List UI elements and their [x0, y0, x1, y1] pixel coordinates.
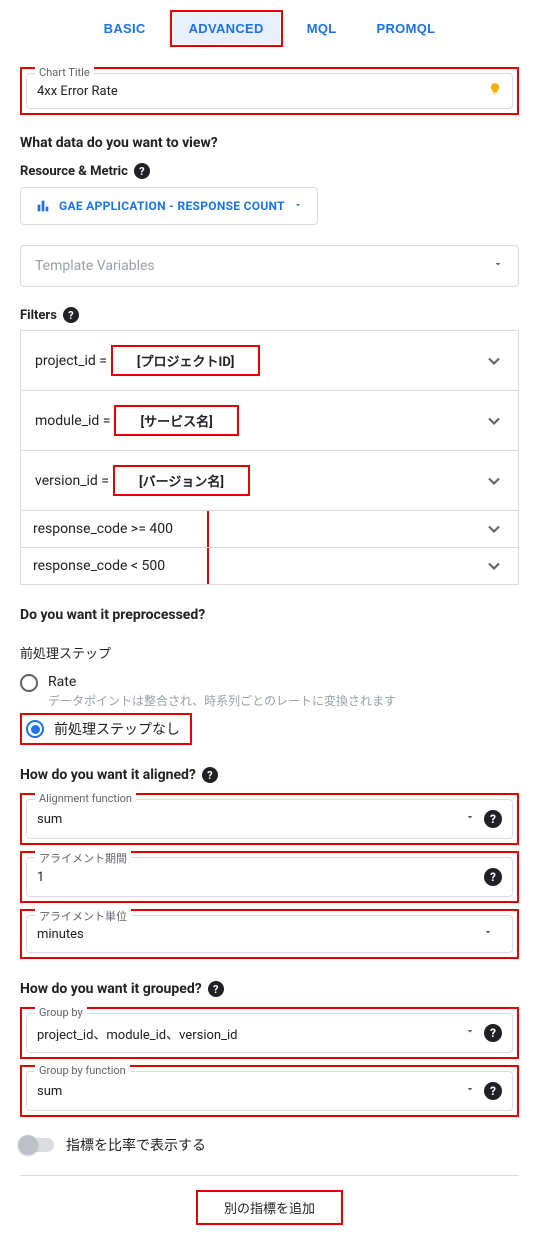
heading-aligned-row: How do you want it aligned? ?	[20, 767, 519, 783]
highlight-alignment-period: アライメント期間 ?	[20, 851, 519, 903]
bar-chart-icon	[35, 198, 51, 214]
ratio-toggle[interactable]	[20, 1138, 54, 1152]
highlight-box-radio-none: 前処理ステップなし	[20, 713, 192, 745]
radio-rate-desc: データポイントは整合され、時系列ごとのレートに変換されます	[48, 692, 519, 709]
radio-none-title: 前処理ステップなし	[54, 719, 180, 739]
lightbulb-icon	[488, 82, 502, 100]
tab-mql[interactable]: MQL	[291, 10, 353, 47]
bottom-bar: 別の指標を追加	[20, 1175, 519, 1225]
filter-key-highlight: response_code < 500	[19, 548, 209, 584]
heading-grouped-row: How do you want it grouped? ?	[20, 981, 519, 997]
filter-value-highlight: [サービス名]	[114, 405, 238, 436]
caret-down-icon[interactable]	[464, 1025, 476, 1041]
highlight-alignment-function: Alignment function ?	[20, 793, 519, 845]
template-variables-label: Template Variables	[35, 258, 155, 274]
tab-basic[interactable]: BASIC	[88, 10, 162, 47]
config-tabs: BASIC ADVANCED MQL PROMQL	[20, 10, 519, 47]
chart-title-field[interactable]: Chart Title	[26, 73, 513, 109]
alignment-period-input[interactable]	[37, 870, 484, 885]
highlight-add-metric: 別の指標を追加	[196, 1190, 343, 1225]
caret-down-icon	[492, 258, 504, 274]
help-icon[interactable]: ?	[484, 1024, 502, 1042]
chevron-down-icon	[484, 556, 504, 576]
filter-key: version_id =	[35, 473, 109, 489]
group-by-field[interactable]: Group by ?	[26, 1013, 513, 1053]
radio-rate-title: Rate	[48, 674, 519, 690]
help-icon[interactable]: ?	[208, 981, 224, 997]
heading-what-data: What data do you want to view?	[20, 135, 519, 151]
caret-down-icon	[293, 199, 303, 213]
filter-row-response-code-gte[interactable]: response_code >= 400	[20, 510, 519, 548]
alignment-unit-field[interactable]: アライメント単位	[26, 915, 513, 953]
highlight-alignment-unit: アライメント単位	[20, 909, 519, 959]
radio-inner-dot	[31, 725, 40, 734]
tab-promql[interactable]: PROMQL	[361, 10, 452, 47]
alignment-function-input[interactable]	[37, 812, 464, 827]
filter-key-highlight: response_code >= 400	[19, 511, 209, 547]
chevron-down-icon	[484, 519, 504, 539]
chevron-down-icon	[484, 351, 504, 371]
highlight-box-advanced: ADVANCED	[170, 10, 283, 47]
filter-row-version-id[interactable]: version_id = [バージョン名]	[20, 450, 519, 511]
radio-rate[interactable]: Rate データポイントは整合され、時系列ごとのレートに変換されます	[20, 670, 519, 713]
heading-preprocessed: Do you want it preprocessed?	[20, 607, 519, 623]
caret-down-icon[interactable]	[464, 1083, 476, 1099]
add-metric-button[interactable]: 別の指標を追加	[224, 1202, 315, 1217]
alignment-period-field[interactable]: アライメント期間 ?	[26, 857, 513, 897]
group-by-function-field[interactable]: Group by function ?	[26, 1071, 513, 1111]
filter-row-response-code-lt[interactable]: response_code < 500	[20, 547, 519, 585]
help-icon[interactable]: ?	[202, 767, 218, 783]
alignment-function-field[interactable]: Alignment function ?	[26, 799, 513, 839]
label-resource-metric: Resource & Metric ?	[20, 163, 519, 179]
label-preprocess-step: 前処理ステップ	[20, 643, 519, 662]
radio-button[interactable]	[20, 674, 38, 692]
ratio-toggle-label: 指標を比率で表示する	[66, 1135, 206, 1155]
template-variables-dropdown[interactable]: Template Variables	[20, 245, 519, 287]
help-icon[interactable]: ?	[134, 163, 150, 179]
caret-down-icon[interactable]	[482, 926, 494, 942]
help-icon[interactable]: ?	[63, 307, 79, 323]
filter-value-highlight: [プロジェクトID]	[111, 345, 260, 376]
tab-advanced[interactable]: ADVANCED	[173, 13, 280, 44]
radio-button[interactable]	[26, 720, 44, 738]
filter-key: module_id =	[35, 413, 110, 429]
filter-value-highlight: [バージョン名]	[113, 465, 250, 496]
chart-title-input[interactable]	[37, 84, 482, 99]
chevron-down-icon	[484, 471, 504, 491]
heading-grouped: How do you want it grouped?	[20, 981, 202, 997]
highlight-group-by: Group by ?	[20, 1007, 519, 1059]
highlight-group-by-function: Group by function ?	[20, 1065, 519, 1117]
filter-row-module-id[interactable]: module_id = [サービス名]	[20, 390, 519, 451]
resource-metric-value: GAE APPLICATION - RESPONSE COUNT	[59, 199, 285, 213]
label-filters: Filters ?	[20, 307, 519, 323]
chart-title-legend: Chart Title	[35, 66, 94, 79]
ratio-toggle-row: 指標を比率で表示する	[20, 1135, 519, 1155]
help-icon[interactable]: ?	[484, 1082, 502, 1100]
highlight-box-chart-title: Chart Title	[20, 67, 519, 115]
alignment-unit-input[interactable]	[37, 927, 482, 942]
chevron-down-icon	[484, 411, 504, 431]
caret-down-icon[interactable]	[464, 811, 476, 827]
help-icon[interactable]: ?	[484, 868, 502, 886]
group-by-input[interactable]	[37, 1026, 464, 1041]
filter-row-project-id[interactable]: project_id = [プロジェクトID]	[20, 330, 519, 391]
resource-metric-selector[interactable]: GAE APPLICATION - RESPONSE COUNT	[20, 187, 318, 225]
heading-aligned: How do you want it aligned?	[20, 767, 196, 783]
group-by-function-input[interactable]	[37, 1084, 464, 1099]
filter-key: project_id =	[35, 353, 107, 369]
help-icon[interactable]: ?	[484, 810, 502, 828]
toggle-thumb	[18, 1135, 38, 1155]
